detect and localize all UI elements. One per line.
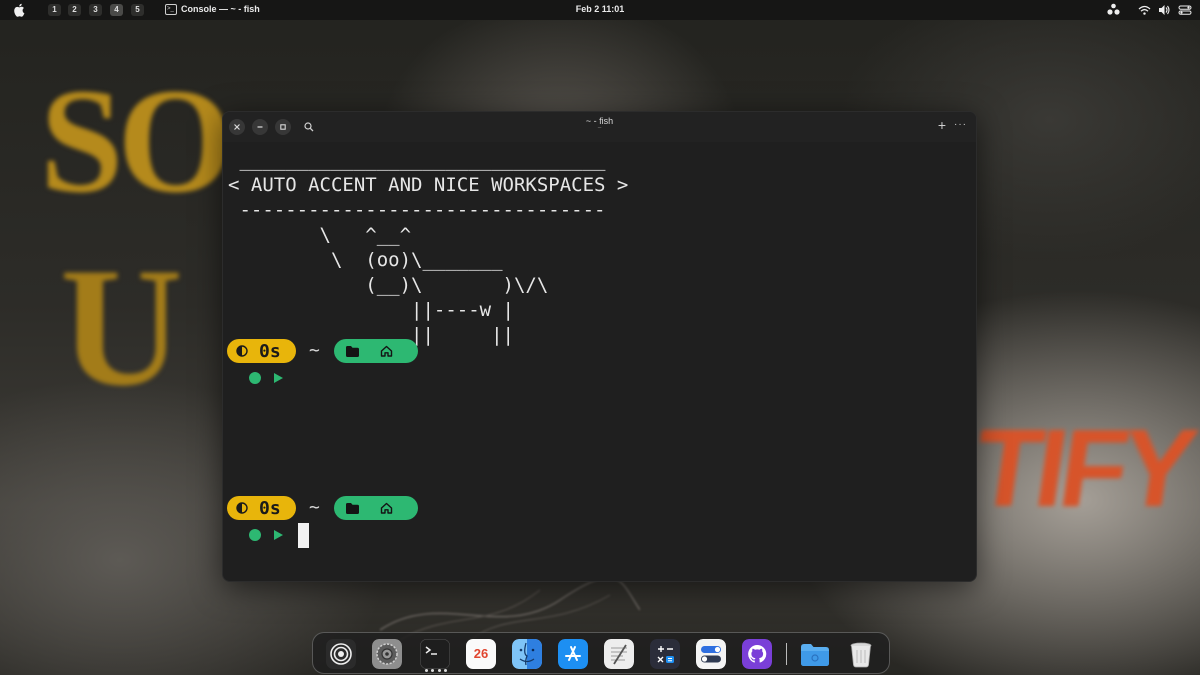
prompt-indicator	[249, 528, 283, 542]
prompt-indicator	[249, 371, 283, 385]
accessibility-icon[interactable]	[1107, 3, 1120, 17]
wallpaper-text-tify: TIFY	[966, 407, 1198, 530]
dock-separator	[786, 643, 787, 665]
calendar-icon[interactable]: 26	[466, 639, 496, 669]
home-icon	[380, 502, 393, 514]
window-subtitle: ~	[597, 125, 602, 132]
calculator-icon[interactable]	[650, 639, 680, 669]
window-titlebar[interactable]: ~ - fish ~ + ···	[223, 112, 976, 142]
duration-pill: 0s	[227, 496, 296, 520]
current-dir: ~	[309, 340, 320, 361]
terminal-window[interactable]: ~ - fish ~ + ··· _______________________…	[222, 111, 977, 582]
folder-icon	[346, 502, 359, 514]
directory-pill	[334, 339, 418, 363]
launcher-icon[interactable]	[326, 639, 356, 669]
current-dir: ~	[309, 497, 320, 518]
menu-button[interactable]: ···	[954, 119, 967, 130]
files-folder-icon[interactable]	[800, 639, 830, 669]
directory-pill	[334, 496, 418, 520]
volume-icon[interactable]	[1158, 3, 1170, 17]
wallpaper-text-so: SO	[40, 58, 234, 224]
prompt-arrow-icon	[274, 373, 283, 383]
status-dot-icon	[249, 372, 261, 384]
prompt-arrow-icon	[274, 530, 283, 540]
timer-icon	[236, 345, 248, 357]
trash-icon[interactable]	[846, 639, 876, 669]
github-icon[interactable]	[742, 639, 772, 669]
toggle-settings-icon[interactable]	[696, 639, 726, 669]
control-center-icon[interactable]	[1178, 3, 1192, 17]
app-store-icon[interactable]	[558, 639, 588, 669]
text-cursor[interactable]	[298, 523, 309, 548]
duration-text: 0s	[259, 340, 281, 362]
folder-icon	[346, 345, 359, 357]
dock: 26	[312, 632, 890, 674]
new-tab-button[interactable]: +	[938, 118, 946, 132]
duration-pill: 0s	[227, 339, 296, 363]
wifi-icon[interactable]	[1138, 3, 1151, 17]
wallpaper-text-u: U	[60, 233, 183, 421]
clock[interactable]: Feb 2 11:01	[0, 4, 1200, 14]
settings-icon[interactable]	[372, 639, 402, 669]
finder-icon[interactable]	[512, 639, 542, 669]
status-dot-icon	[249, 529, 261, 541]
running-indicator	[425, 669, 447, 673]
duration-text: 0s	[259, 497, 281, 519]
home-icon	[380, 345, 393, 357]
terminal-icon[interactable]	[420, 639, 450, 669]
top-bar: 1 2 3 4 5 >_ Console — ~ - fish Feb 2 11…	[0, 0, 1200, 20]
cowsay-output: ________________________________ < AUTO …	[228, 149, 629, 346]
timer-icon	[236, 502, 248, 514]
terminal-output[interactable]: ________________________________ < AUTO …	[223, 142, 976, 581]
text-editor-icon[interactable]	[604, 639, 634, 669]
